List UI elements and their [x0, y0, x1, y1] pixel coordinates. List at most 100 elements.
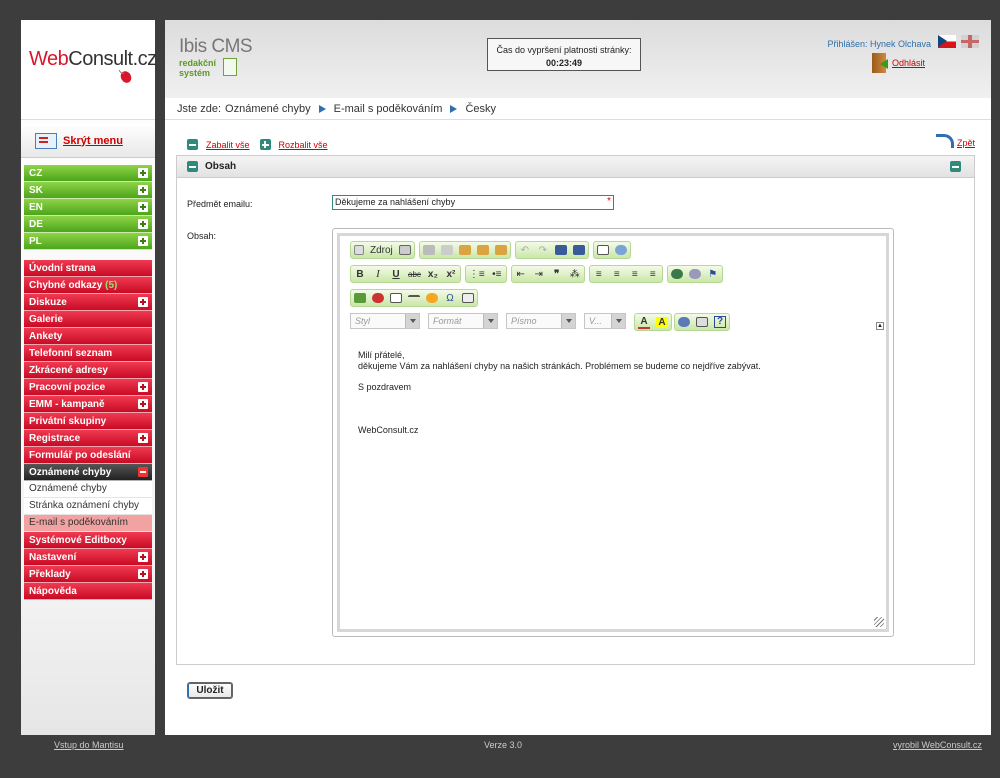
redo-icon[interactable]: ↷	[537, 245, 549, 256]
panel-collapse-right-icon[interactable]	[950, 161, 961, 172]
expand-all-link[interactable]: Rozbalit vše	[279, 140, 328, 150]
menu-item-telefon[interactable]: Telefonní seznam	[24, 345, 152, 362]
expand-icon[interactable]	[138, 236, 148, 246]
expand-icon[interactable]	[138, 202, 148, 212]
font-select[interactable]: Písmo	[506, 313, 576, 329]
save-button[interactable]: Uložit	[187, 682, 233, 699]
menu-item-chybne[interactable]: Chybné odkazy (5)	[24, 277, 152, 294]
subject-input[interactable]: Děkujeme za nahlášení chyby	[332, 195, 614, 210]
panel-collapse-icon[interactable]	[187, 161, 198, 172]
page-break-icon[interactable]	[462, 293, 474, 303]
outdent-icon[interactable]: ⇤	[515, 269, 527, 280]
image-icon[interactable]	[354, 293, 366, 303]
expand-icon[interactable]	[138, 399, 148, 409]
menu-item-napoveda[interactable]: Nápověda	[24, 583, 152, 600]
format-select[interactable]: Formát	[428, 313, 498, 329]
align-left-icon[interactable]: ≡	[593, 269, 605, 280]
lang-item-pl[interactable]: PL	[24, 233, 152, 250]
expand-icon[interactable]	[138, 382, 148, 392]
underline-button[interactable]: U	[390, 269, 402, 280]
numbered-list-icon[interactable]: ⋮≡	[469, 269, 485, 280]
cut-icon[interactable]	[422, 245, 435, 255]
hide-menu-icon[interactable]	[35, 132, 57, 149]
justify-icon[interactable]: ≡	[647, 269, 659, 280]
menu-item-oznamene[interactable]: Oznámené chyby	[24, 464, 152, 481]
czech-flag-icon[interactable]	[938, 35, 956, 48]
copy-icon[interactable]	[440, 245, 453, 255]
breadcrumb-item-oznamene[interactable]: Oznámené chyby	[225, 103, 311, 115]
expand-icon[interactable]	[138, 185, 148, 195]
lang-item-en[interactable]: EN	[24, 199, 152, 216]
preview-icon[interactable]	[398, 245, 411, 255]
collapse-all-link[interactable]: Zabalit vše	[206, 140, 250, 150]
mantis-link[interactable]: Vstup do Mantisu	[54, 740, 124, 750]
uk-flag-icon[interactable]	[961, 35, 979, 48]
bold-button[interactable]: B	[354, 269, 366, 280]
indent-icon[interactable]: ⇥	[533, 269, 545, 280]
find-icon[interactable]	[554, 245, 567, 255]
expand-icon[interactable]	[138, 168, 148, 178]
paste-icon[interactable]	[458, 245, 471, 255]
show-blocks-icon[interactable]	[696, 317, 708, 327]
lang-item-cz[interactable]: CZ	[24, 165, 152, 182]
collapse-all-icon[interactable]	[187, 139, 198, 150]
paste-word-icon[interactable]	[494, 245, 507, 255]
menu-item-preklady[interactable]: Překlady	[24, 566, 152, 583]
bullet-list-icon[interactable]: •≡	[491, 269, 503, 280]
source-icon[interactable]	[354, 245, 364, 255]
replace-icon[interactable]	[572, 245, 585, 255]
menu-item-diskuze[interactable]: Diskuze	[24, 294, 152, 311]
expand-icon[interactable]	[138, 297, 148, 307]
expand-icon[interactable]	[138, 433, 148, 443]
source-button[interactable]: Zdroj	[370, 245, 393, 256]
breadcrumb-item-email[interactable]: E-mail s poděkováním	[334, 103, 443, 115]
webconsult-logo[interactable]: WebConsult.cz	[21, 20, 157, 120]
horizontal-line-icon[interactable]	[408, 295, 420, 301]
menu-item-galerie[interactable]: Galerie	[24, 311, 152, 328]
menu-item-uvodni[interactable]: Úvodní strana	[24, 260, 152, 277]
menu-item-registrace[interactable]: Registrace	[24, 430, 152, 447]
collapse-toolbar-icon[interactable]: ▲	[876, 322, 884, 330]
expand-icon[interactable]	[138, 569, 148, 579]
div-icon[interactable]: ⁂	[569, 269, 581, 280]
menu-item-emm[interactable]: EMM - kampaně	[24, 396, 152, 413]
help-icon[interactable]: ?	[714, 316, 726, 328]
eraser-icon[interactable]	[614, 245, 627, 255]
background-color-icon[interactable]: A	[656, 316, 668, 328]
submenu-item-stranka[interactable]: Stránka oznámení chyby	[24, 498, 152, 515]
table-icon[interactable]	[390, 293, 402, 303]
expand-icon[interactable]	[138, 552, 148, 562]
style-select[interactable]: Styl	[350, 313, 420, 329]
undo-icon[interactable]: ↶	[519, 245, 531, 256]
menu-item-nastaveni[interactable]: Nastavení	[24, 549, 152, 566]
select-all-icon[interactable]	[596, 245, 609, 255]
subscript-button[interactable]: x₂	[427, 269, 439, 280]
submenu-item-email[interactable]: E-mail s poděkováním	[24, 515, 152, 532]
door-exit-icon[interactable]	[871, 53, 888, 73]
expand-icon[interactable]	[138, 219, 148, 229]
special-char-icon[interactable]: Ω	[444, 293, 456, 304]
back-link[interactable]: Zpět	[957, 138, 975, 148]
smiley-icon[interactable]	[426, 293, 438, 303]
italic-button[interactable]: I	[372, 268, 384, 280]
anchor-flag-icon[interactable]: ⚑	[707, 269, 719, 280]
lang-item-de[interactable]: DE	[24, 216, 152, 233]
paste-text-icon[interactable]	[476, 245, 489, 255]
editor-content[interactable]: Milí přátelé, děkujeme Vám za nahlášení …	[358, 350, 761, 436]
expand-all-icon[interactable]	[259, 139, 271, 150]
submenu-item-oznamene[interactable]: Oznámené chyby	[24, 481, 152, 498]
blockquote-icon[interactable]: ❞	[551, 269, 563, 280]
menu-item-privatni[interactable]: Privátní skupiny	[24, 413, 152, 430]
size-select[interactable]: V...	[584, 313, 626, 329]
strikethrough-button[interactable]: abc	[408, 270, 421, 279]
breadcrumb-item-cesky[interactable]: Česky	[465, 103, 496, 115]
menu-item-systemove[interactable]: Systémové Editboxy	[24, 532, 152, 549]
flash-icon[interactable]	[372, 293, 384, 303]
align-right-icon[interactable]: ≡	[629, 269, 641, 280]
superscript-button[interactable]: x²	[445, 269, 457, 280]
collapse-icon[interactable]	[138, 467, 148, 477]
maximize-icon[interactable]	[678, 317, 690, 327]
link-icon[interactable]	[670, 269, 683, 279]
webconsult-link[interactable]: vyrobil WebConsult.cz	[893, 740, 982, 750]
menu-item-pracovni[interactable]: Pracovní pozice	[24, 379, 152, 396]
